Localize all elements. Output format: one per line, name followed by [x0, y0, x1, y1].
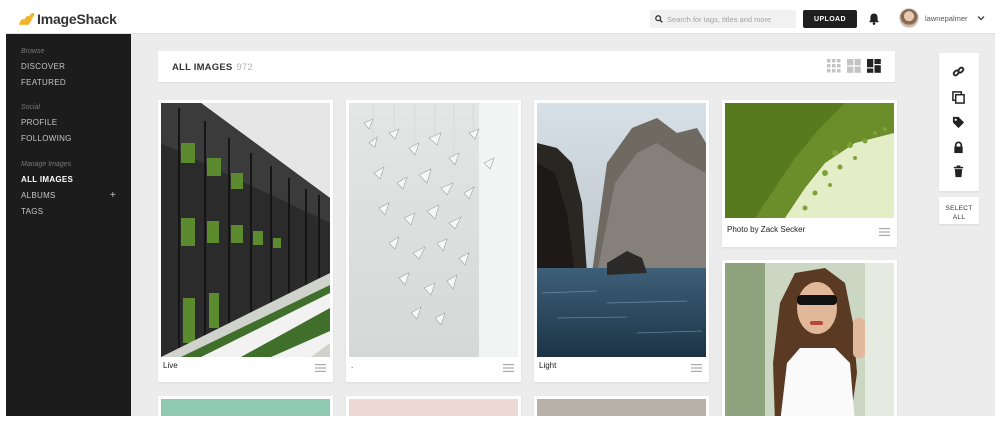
image-count: 972 [236, 62, 253, 73]
sidebar-item-albums-label: ALBUMS [21, 191, 56, 200]
sidebar-item-discover[interactable]: DISCOVER [21, 59, 116, 75]
image-caption: Live [163, 361, 178, 370]
image-card[interactable]: Light [534, 100, 709, 382]
small-grid-icon[interactable] [827, 59, 841, 73]
user-menu[interactable]: lawnepalmer [899, 8, 985, 28]
app-window: ImageShack UPLOAD lawnepalmer Browse DIS… [6, 3, 995, 416]
sidebar-group-manage: Manage Images ALL IMAGES ALBUMS + TAGS [21, 161, 116, 220]
sidebar-item-albums[interactable]: ALBUMS + [21, 188, 116, 204]
main-content: ALL IMAGES 972 Live . Light Photo by Zac… [131, 34, 995, 416]
image-thumbnail[interactable] [349, 103, 518, 357]
hamburger-menu-icon[interactable] [315, 364, 326, 372]
image-card[interactable] [158, 396, 333, 416]
chevron-down-icon[interactable] [977, 15, 985, 21]
sidebar-item-all-images[interactable]: ALL IMAGES [21, 172, 116, 188]
image-card[interactable]: . [346, 100, 521, 382]
logo-mark-icon [18, 13, 36, 25]
sidebar: Browse DISCOVER FEATURED Social PROFILE … [6, 34, 131, 416]
select-all-line1: SELECT [945, 204, 973, 212]
hamburger-menu-icon[interactable] [503, 364, 514, 372]
mosaic-grid-icon[interactable] [867, 59, 881, 73]
image-card[interactable] [534, 396, 709, 416]
sidebar-item-tags[interactable]: TAGS [21, 204, 116, 220]
logo[interactable]: ImageShack [18, 11, 117, 27]
search-icon [655, 15, 663, 23]
sidebar-heading-browse: Browse [21, 48, 45, 55]
search-box[interactable] [650, 10, 796, 28]
page-title-text: ALL IMAGES [172, 62, 233, 73]
sidebar-heading-social: Social [21, 104, 41, 111]
search-input[interactable] [667, 14, 792, 24]
top-bar: ImageShack UPLOAD lawnepalmer [6, 3, 995, 34]
select-all-line2: ALL [952, 213, 966, 221]
hamburger-menu-icon[interactable] [879, 228, 890, 236]
sidebar-group-browse: Browse DISCOVER FEATURED [21, 48, 116, 91]
image-card[interactable] [722, 260, 897, 416]
image-thumbnail[interactable] [537, 399, 706, 416]
sidebar-group-social: Social PROFILE FOLLOWING [21, 104, 116, 147]
avatar[interactable] [899, 8, 919, 28]
image-caption: Light [539, 361, 557, 370]
bell-icon[interactable] [867, 12, 881, 26]
image-thumbnail[interactable] [161, 399, 330, 416]
image-thumbnail[interactable] [537, 103, 706, 357]
lock-icon[interactable] [952, 141, 965, 154]
image-card[interactable] [346, 396, 521, 416]
image-thumbnail[interactable] [161, 103, 330, 357]
image-caption: . [351, 361, 354, 370]
upload-button[interactable]: UPLOAD [803, 10, 857, 28]
logo-text: ImageShack [37, 11, 117, 27]
add-album-button[interactable]: + [110, 188, 116, 204]
image-card[interactable]: Photo by Zack Secker [722, 100, 897, 247]
image-card[interactable]: Live [158, 100, 333, 382]
view-toggle [827, 59, 881, 73]
image-thumbnail[interactable] [725, 263, 894, 416]
sidebar-heading-manage: Manage Images [21, 161, 72, 168]
tag-icon[interactable] [952, 116, 965, 129]
title-bar: ALL IMAGES 972 [158, 51, 895, 82]
link-icon[interactable] [952, 65, 965, 78]
copy-icon[interactable] [952, 91, 965, 104]
medium-grid-icon[interactable] [847, 59, 861, 73]
select-all-button[interactable]: SELECT ALL [939, 197, 979, 224]
sidebar-item-profile[interactable]: PROFILE [21, 115, 116, 131]
sidebar-item-featured[interactable]: FEATURED [21, 75, 116, 91]
image-thumbnail[interactable] [725, 103, 894, 218]
bulk-actions-toolbar [939, 53, 979, 191]
hamburger-menu-icon[interactable] [691, 364, 702, 372]
image-thumbnail[interactable] [349, 399, 518, 416]
page-title: ALL IMAGES 972 [172, 62, 253, 73]
username: lawnepalmer [925, 13, 968, 23]
image-caption: Photo by Zack Secker [727, 225, 806, 234]
sidebar-item-following[interactable]: FOLLOWING [21, 131, 116, 147]
trash-icon[interactable] [952, 165, 965, 178]
